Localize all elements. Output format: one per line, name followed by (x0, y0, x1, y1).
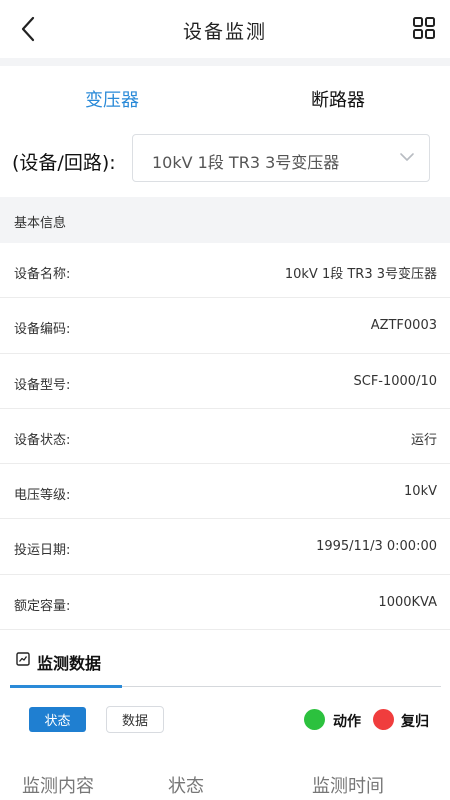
info-key: 设备状态: (14, 432, 71, 448)
monitor-tab-indicator (10, 685, 122, 688)
monitor-table-header: 监测内容 状态 监测时间 (0, 768, 450, 800)
monitor-data-header[interactable]: 监测数据 (0, 631, 450, 687)
monitor-data-title: 监测数据 (37, 654, 102, 673)
info-row-voltage-level: 电压等级: 10kV (0, 464, 450, 520)
basic-info-list: 设备名称: 10kV 1段 TR3 3号变压器 设备编码: AZTF0003 设… (0, 243, 450, 631)
info-key: 投运日期: (14, 543, 71, 559)
info-key: 设备编码: (14, 322, 71, 338)
data-button[interactable]: 数据 (106, 706, 164, 733)
monitor-controls: 状态 数据 动作 复归 (0, 705, 450, 735)
app-header: 设备监测 (0, 0, 450, 58)
device-select[interactable]: 10kV 1段 TR3 3号变压器 (132, 134, 430, 182)
chart-icon (16, 652, 30, 666)
info-value: 1995/11/3 0:00:00 (316, 539, 437, 555)
info-row-device-status: 设备状态: 运行 (0, 409, 450, 465)
info-key: 额定容量: (14, 598, 71, 614)
column-header-status: 状态 (168, 776, 204, 797)
info-row-rated-capacity: 额定容量: 1000KVA (0, 575, 450, 631)
action-legend-label: 动作 (333, 714, 361, 730)
column-header-time: 监测时间 (312, 776, 384, 797)
state-button[interactable]: 状态 (29, 707, 86, 732)
tab-breaker[interactable]: 断路器 (311, 86, 365, 112)
info-row-device-model: 设备型号: SCF-1000/10 (0, 354, 450, 409)
reset-legend-label: 复归 (401, 714, 429, 730)
chevron-down-icon (400, 153, 414, 161)
header-separator (0, 58, 450, 66)
device-select-value: 10kV 1段 TR3 3号变压器 (152, 153, 340, 172)
info-value: SCF-1000/10 (353, 373, 437, 389)
page-title: 设备监测 (182, 21, 267, 43)
info-row-commission-date: 投运日期: 1995/11/3 0:00:00 (0, 519, 450, 575)
info-value: AZTF0003 (370, 318, 437, 334)
tab-transformer[interactable]: 变压器 (85, 86, 139, 112)
info-value: 1000KVA (378, 594, 437, 610)
info-row-device-code: 设备编码: AZTF0003 (0, 298, 450, 354)
grid-icon (413, 17, 435, 39)
action-legend-dot (304, 709, 325, 730)
device-type-tabs: 变压器 断路器 (0, 66, 450, 128)
device-selector-row: (设备/回路): 10kV 1段 TR3 3号变压器 (0, 128, 450, 190)
info-value: 10kV (404, 484, 437, 500)
column-header-content: 监测内容 (22, 776, 94, 797)
info-value: 10kV 1段 TR3 3号变压器 (284, 267, 437, 282)
reset-legend-dot (373, 709, 394, 730)
device-selector-label: (设备/回路): (12, 152, 116, 174)
grid-menu-button[interactable] (412, 16, 436, 40)
info-key: 设备型号: (14, 377, 71, 393)
basic-info-header: 基本信息 (0, 197, 450, 243)
basic-info-title: 基本信息 (14, 216, 67, 231)
info-value: 运行 (410, 432, 437, 448)
info-key: 设备名称: (14, 267, 71, 282)
info-row-device-name: 设备名称: 10kV 1段 TR3 3号变压器 (0, 243, 450, 299)
info-key: 电压等级: (14, 488, 71, 504)
